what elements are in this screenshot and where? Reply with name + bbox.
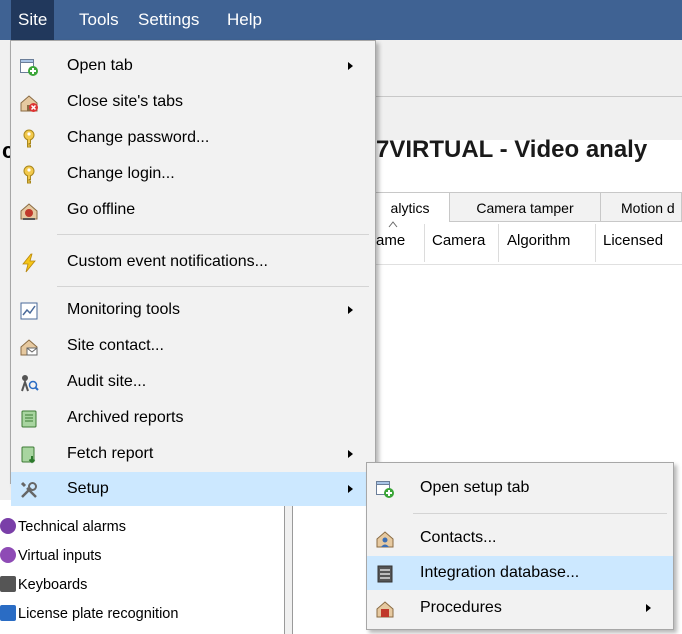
sort-up-icon <box>388 221 398 228</box>
column-separator <box>498 224 499 262</box>
tree-item-virtual-inputs[interactable]: Virtual inputs <box>0 543 102 570</box>
open-tab-icon <box>20 59 38 76</box>
menu-item-open-tab[interactable]: Open tab <box>11 49 375 83</box>
license-plate-icon <box>0 605 16 621</box>
site-contact-icon <box>20 339 38 356</box>
go-offline-icon <box>20 203 38 220</box>
menu-separator <box>57 234 369 235</box>
menu-item-contacts[interactable]: Contacts... <box>367 521 673 555</box>
tab-camera-tamper[interactable]: Camera tamper <box>449 192 601 222</box>
audit-icon <box>21 375 39 392</box>
menu-item-change-password[interactable]: Change password... <box>11 121 375 155</box>
procedures-icon <box>376 601 394 618</box>
menu-separator <box>413 513 667 514</box>
menu-item-setup[interactable]: Setup <box>11 472 375 506</box>
setup-submenu: Open setup tab Contacts... Integration d… <box>366 462 674 630</box>
menu-site[interactable]: Site <box>11 0 55 40</box>
virtual-input-icon <box>0 547 16 563</box>
menu-item-procedures[interactable]: Procedures <box>367 591 673 625</box>
open-tab-icon <box>376 481 394 498</box>
submenu-arrow-icon <box>348 485 353 493</box>
column-licensed[interactable]: Licensed <box>603 232 663 249</box>
menu-settings[interactable]: Settings <box>131 0 206 40</box>
lightning-icon <box>22 253 36 273</box>
chart-icon <box>20 302 38 320</box>
menu-tools[interactable]: Tools <box>72 0 126 40</box>
menu-separator <box>57 286 369 287</box>
tools-icon <box>20 481 37 498</box>
tree-item-technical-alarms[interactable]: Technical alarms <box>0 514 126 541</box>
submenu-arrow-icon <box>348 306 353 314</box>
menu-item-integration-database[interactable]: Integration database... <box>367 556 673 590</box>
keyboard-icon <box>0 576 16 592</box>
menu-item-site-contact[interactable]: Site contact... <box>11 329 375 363</box>
submenu-arrow-icon <box>646 604 651 612</box>
menu-item-monitoring-tools[interactable]: Monitoring tools <box>11 293 375 327</box>
tab-motion-detection[interactable]: Motion d <box>600 192 682 222</box>
key-icon <box>23 129 35 148</box>
alarm-icon <box>0 518 16 534</box>
menubar: Site Tools Settings Help <box>0 0 682 40</box>
column-algorithm[interactable]: Algorithm <box>507 232 570 249</box>
menu-item-archived-reports[interactable]: Archived reports <box>11 401 375 435</box>
column-camera[interactable]: Camera <box>432 232 485 249</box>
menu-item-audit-site[interactable]: Audit site... <box>11 365 375 399</box>
fetch-report-icon <box>21 446 36 464</box>
menu-item-go-offline[interactable]: Go offline <box>11 193 375 227</box>
column-name[interactable]: ame <box>376 232 405 249</box>
submenu-arrow-icon <box>348 62 353 70</box>
column-separator <box>595 224 596 262</box>
tab-analytics[interactable]: alytics <box>370 192 450 222</box>
contacts-icon <box>376 531 394 548</box>
page-title: 7VIRTUAL - Video analy <box>376 136 648 163</box>
menu-item-fetch-report[interactable]: Fetch report <box>11 437 375 471</box>
column-separator <box>424 224 425 262</box>
menu-item-custom-event-notifications[interactable]: Custom event notifications... <box>11 245 375 279</box>
submenu-arrow-icon <box>348 450 353 458</box>
tree-item-keyboards[interactable]: Keyboards <box>0 572 87 599</box>
tree-item-license-plate-recognition[interactable]: License plate recognition <box>0 601 178 628</box>
archive-icon <box>21 410 37 428</box>
site-menu: Open tab Close site's tabs Change passwo… <box>10 40 376 506</box>
menu-item-open-setup-tab[interactable]: Open setup tab <box>367 471 673 505</box>
key-icon <box>23 165 35 184</box>
menu-help[interactable]: Help <box>220 0 269 40</box>
menu-item-close-sites-tabs[interactable]: Close site's tabs <box>11 85 375 119</box>
divider <box>376 96 682 97</box>
database-icon <box>377 565 393 583</box>
close-tabs-icon <box>20 95 38 112</box>
menu-item-change-login[interactable]: Change login... <box>11 157 375 191</box>
